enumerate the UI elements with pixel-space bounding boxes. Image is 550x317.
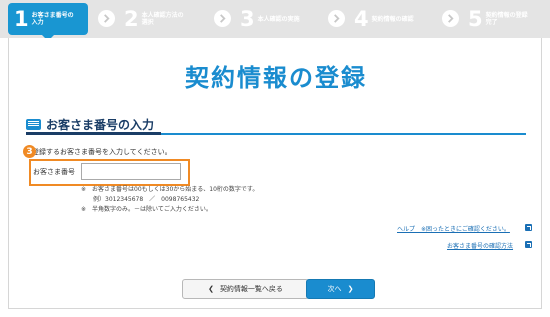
back-button-label: 契約情報一覧へ戻る: [219, 285, 283, 293]
chevron-left-icon: ❮: [208, 285, 214, 293]
note-line: 例）3012345678 ／ 0098765432: [81, 196, 200, 203]
next-button-label: 次へ: [327, 285, 342, 293]
step-badge: 3: [23, 145, 36, 158]
external-link-icon[interactable]: [525, 241, 532, 248]
note-line: ※ 半角数字のみ。－は除いてご入力ください。: [81, 206, 212, 213]
step-number: 4: [354, 6, 369, 31]
chevron-right-icon: [98, 10, 115, 27]
section-heading: お客さま番号の入力: [26, 116, 154, 133]
step-label: 本人確認方法の 選択: [141, 12, 184, 26]
main-panel: 契約情報の登録 お客さま番号の入力 登録するお客さま番号を入力してください。 3…: [8, 38, 542, 309]
page-title: 契約情報の登録: [185, 64, 367, 92]
customer-number-label: お客さま番号: [33, 168, 75, 176]
help-link[interactable]: ヘルプ ※困ったときにご確認ください。: [397, 224, 510, 233]
keyboard-icon: [26, 119, 41, 130]
step-1-active: 1 お客さま番号の 入力: [8, 3, 88, 41]
step-progress-bar: 1 お客さま番号の 入力 2 本人確認方法の 選択 3 本人確認の実施 4 契約情報…: [0, 0, 550, 41]
step-label: 契約情報の確認: [371, 15, 414, 23]
step-number: 5: [468, 6, 483, 31]
next-button[interactable]: 次へ ❯: [306, 279, 375, 299]
step-5: 5 契約情報の登録 完了: [468, 4, 528, 34]
step-label: お客さま番号の 入力: [31, 12, 74, 26]
customer-number-input[interactable]: [81, 163, 181, 180]
step-4: 4 契約情報の確認: [354, 4, 414, 34]
step-number: 2: [124, 6, 139, 31]
chevron-right-icon: [442, 10, 459, 27]
input-notes: ※ お客さま番号は00もしくは30から始まる、10桁の数字です。 例）30123…: [81, 185, 258, 215]
section-title: お客さま番号の入力: [46, 118, 155, 132]
step-label: 契約情報の登録 完了: [485, 12, 528, 26]
instruction-text: 登録するお客さま番号を入力してください。: [32, 148, 172, 156]
chevron-right-icon: ❯: [347, 285, 354, 293]
customer-number-guide-link[interactable]: お客さま番号の確認方法: [447, 241, 513, 250]
step-3: 3 本人確認の実施: [240, 4, 300, 34]
chevron-right-icon: [214, 10, 231, 27]
step-number: 3: [240, 6, 255, 31]
chevron-right-icon: [328, 10, 345, 27]
step-number: 1: [14, 6, 29, 31]
section-divider-accent: [26, 132, 161, 135]
step-label: 本人確認の実施: [257, 15, 300, 23]
external-link-icon[interactable]: [525, 224, 532, 231]
note-line: ※ お客さま番号は00もしくは30から始まる、10桁の数字です。: [81, 186, 259, 193]
step-2: 2 本人確認方法の 選択: [124, 4, 184, 34]
back-to-list-button[interactable]: ❮ 契約情報一覧へ戻る: [182, 279, 309, 299]
